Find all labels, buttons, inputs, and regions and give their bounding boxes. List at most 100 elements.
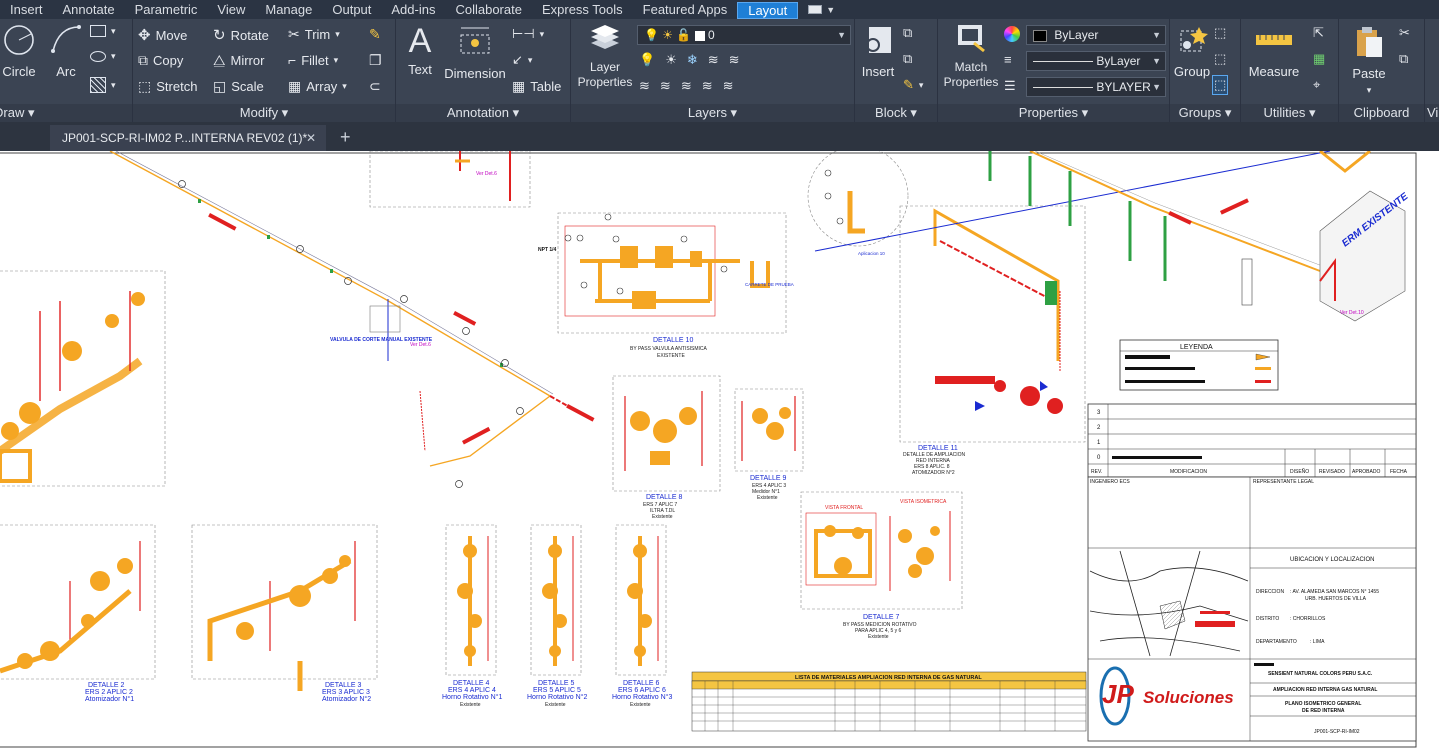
- panel-title-utilities[interactable]: Utilities ▾: [1241, 104, 1338, 122]
- tab-parametric[interactable]: Parametric: [125, 0, 208, 19]
- layer-dropdown[interactable]: 💡 ☀ 🔓 0 ▼: [637, 25, 851, 45]
- ver-det6-link-2[interactable]: Ver Det.6: [476, 171, 497, 177]
- hatch-tool[interactable]: ▾: [90, 77, 116, 93]
- layer-properties-button[interactable]: Layer Properties: [575, 23, 635, 90]
- group-edit-button[interactable]: ⬚: [1214, 51, 1226, 67]
- ribbon-display-options[interactable]: ▼: [808, 5, 835, 15]
- representante-label: REPRESENTANTE LEGAL: [1253, 479, 1314, 485]
- fillet-button[interactable]: ⌐ Fillet ▾: [288, 52, 338, 68]
- lineweight-icon-button[interactable]: ☰: [1004, 78, 1016, 94]
- ellipse-tool[interactable]: ▾: [90, 51, 116, 62]
- tab-annotate[interactable]: Annotate: [53, 0, 125, 19]
- detail-5-title: DETALLE 5: [538, 680, 575, 687]
- panel-title-layers[interactable]: Layers ▾: [571, 104, 854, 122]
- dimension-button[interactable]: Dimension: [444, 23, 506, 82]
- paste-button[interactable]: Paste ▾: [1345, 25, 1393, 98]
- stretch-button[interactable]: ⬚ Stretch: [138, 78, 197, 95]
- tab-featured-apps[interactable]: Featured Apps: [633, 0, 738, 19]
- departamento-value: : LIMA: [1310, 639, 1325, 645]
- copy-clip-button[interactable]: ⧉: [1399, 51, 1408, 67]
- layer-freeze-icon[interactable]: ❄: [687, 52, 698, 68]
- copy-button[interactable]: ⧉ Copy: [138, 52, 183, 69]
- leader-tool[interactable]: ↙ ▾: [512, 52, 532, 68]
- stretch-icon: ⬚: [138, 78, 152, 94]
- layer-make-current-icon[interactable]: ≋: [639, 78, 650, 94]
- tab-insert[interactable]: Insert: [0, 0, 53, 19]
- tab-manage[interactable]: Manage: [255, 0, 322, 19]
- detail-10-sub2: EXISTENTE: [657, 353, 685, 359]
- trim-icon: ✂: [288, 26, 300, 42]
- panel-properties: Match Properties ByLayer ▼ ≡ ByLayer ▼ ☰…: [938, 19, 1170, 122]
- tab-view[interactable]: View: [207, 0, 255, 19]
- rotate-button[interactable]: ↻ Rotate: [213, 26, 269, 44]
- calculator-button[interactable]: ▦: [1313, 51, 1325, 67]
- panel-title-draw[interactable]: Draw ▾: [0, 104, 132, 122]
- panel-title-annotation[interactable]: Annotation ▾: [396, 104, 570, 122]
- tab-layout[interactable]: Layout: [737, 1, 799, 19]
- move-button[interactable]: ✥ Move: [138, 26, 187, 44]
- text-button[interactable]: A Text: [402, 23, 438, 78]
- document-tab[interactable]: JP001-SCP-RI-IM02 P...INTERNA REV02 (1)*…: [50, 125, 326, 151]
- quick-select-button[interactable]: ⇱: [1313, 25, 1324, 41]
- insert-block-button[interactable]: Insert: [859, 23, 897, 80]
- id-point-button[interactable]: ⌖: [1313, 77, 1320, 93]
- chevron-down-icon: ▼: [1152, 30, 1161, 40]
- measure-button[interactable]: Measure: [1245, 27, 1303, 80]
- detail-10-drawing: CARRETE DE PRUEBA NPT 1/4: [538, 212, 794, 334]
- offset-button[interactable]: ⊂: [369, 78, 381, 95]
- layer-match-icon[interactable]: ≋: [729, 52, 740, 68]
- color-wheel-button[interactable]: [1004, 26, 1020, 42]
- layer-previous-icon[interactable]: ≋: [660, 78, 671, 94]
- tab-add-ins[interactable]: Add-ins: [381, 0, 445, 19]
- layer-off-icon[interactable]: 💡: [639, 52, 655, 68]
- lineweight-dropdown[interactable]: BYLAYER ▼: [1026, 77, 1166, 97]
- arc-button[interactable]: Arc: [48, 23, 84, 80]
- detail-2-title: DETALLE 2: [88, 682, 125, 689]
- detail-4-drawing: [445, 524, 497, 676]
- panel-title-groups[interactable]: Groups ▾: [1170, 104, 1240, 122]
- ver-det10-link[interactable]: Ver Det.10: [1340, 310, 1364, 316]
- layer-lock-icon[interactable]: ≋: [708, 52, 719, 68]
- edit-block-button[interactable]: ⧉: [903, 51, 912, 67]
- panel-title-modify[interactable]: Modify ▾: [133, 104, 395, 122]
- scale-button[interactable]: ◱ Scale: [213, 78, 264, 95]
- company-name: SENSIENT NATURAL COLORS PERU S.A.C.: [1268, 671, 1373, 677]
- tab-express-tools[interactable]: Express Tools: [532, 0, 633, 19]
- cut-button[interactable]: ✂: [1399, 25, 1410, 41]
- linetype-dropdown[interactable]: ByLayer ▼: [1026, 51, 1166, 71]
- panel-title-view[interactable]: Vi: [1425, 104, 1439, 122]
- circle-button[interactable]: Circle: [0, 23, 38, 80]
- chevron-down-icon: ▼: [1152, 82, 1161, 92]
- layer-isolate-icon[interactable]: ☀: [665, 52, 677, 68]
- color-dropdown[interactable]: ByLayer ▼: [1026, 25, 1166, 45]
- explode-button[interactable]: ❐: [369, 52, 382, 69]
- linetype-icon-button[interactable]: ≡: [1004, 52, 1012, 67]
- rectangle-tool[interactable]: ▾: [90, 25, 116, 37]
- tab-collaborate[interactable]: Collaborate: [445, 0, 532, 19]
- trim-button[interactable]: ✂ Trim ▾: [288, 26, 340, 43]
- linear-dim-tool[interactable]: ⊢⊣ ▾: [512, 26, 544, 42]
- ungroup-button[interactable]: ⬚: [1214, 25, 1226, 41]
- erase-button[interactable]: ✎: [369, 26, 381, 43]
- panel-title-clipboard[interactable]: Clipboard: [1339, 104, 1424, 122]
- new-tab-button[interactable]: +: [340, 125, 351, 149]
- block-attribute-button[interactable]: ✎ ▾: [903, 77, 923, 93]
- group-select-toggle[interactable]: ⬚: [1212, 75, 1229, 95]
- tab-output[interactable]: Output: [322, 0, 381, 19]
- close-icon[interactable]: ✕: [306, 125, 316, 151]
- layer-delete-icon[interactable]: ≋: [723, 78, 734, 94]
- layer-walk-icon[interactable]: ≋: [681, 78, 692, 94]
- panel-title-block[interactable]: Block ▾: [855, 104, 937, 122]
- group-label: Group: [1173, 64, 1211, 79]
- mirror-button[interactable]: ⧋ Mirror: [213, 52, 264, 69]
- layer-stack-icon: [591, 25, 619, 49]
- create-block-button[interactable]: ⧉: [903, 25, 912, 41]
- array-button[interactable]: ▦ Array ▾: [288, 78, 347, 95]
- table-button[interactable]: ▦ Table: [512, 78, 561, 95]
- ver-det6-link-1[interactable]: Ver Det.6: [410, 342, 431, 348]
- group-button[interactable]: Group: [1172, 23, 1212, 80]
- layer-merge-icon[interactable]: ≋: [702, 78, 713, 94]
- drawing-canvas[interactable]: VALVULA DE CORTE MANUAL EXISTENTE Ver De…: [0, 151, 1439, 752]
- match-properties-button[interactable]: Match Properties: [940, 23, 1002, 90]
- panel-title-properties[interactable]: Properties ▾: [938, 104, 1169, 122]
